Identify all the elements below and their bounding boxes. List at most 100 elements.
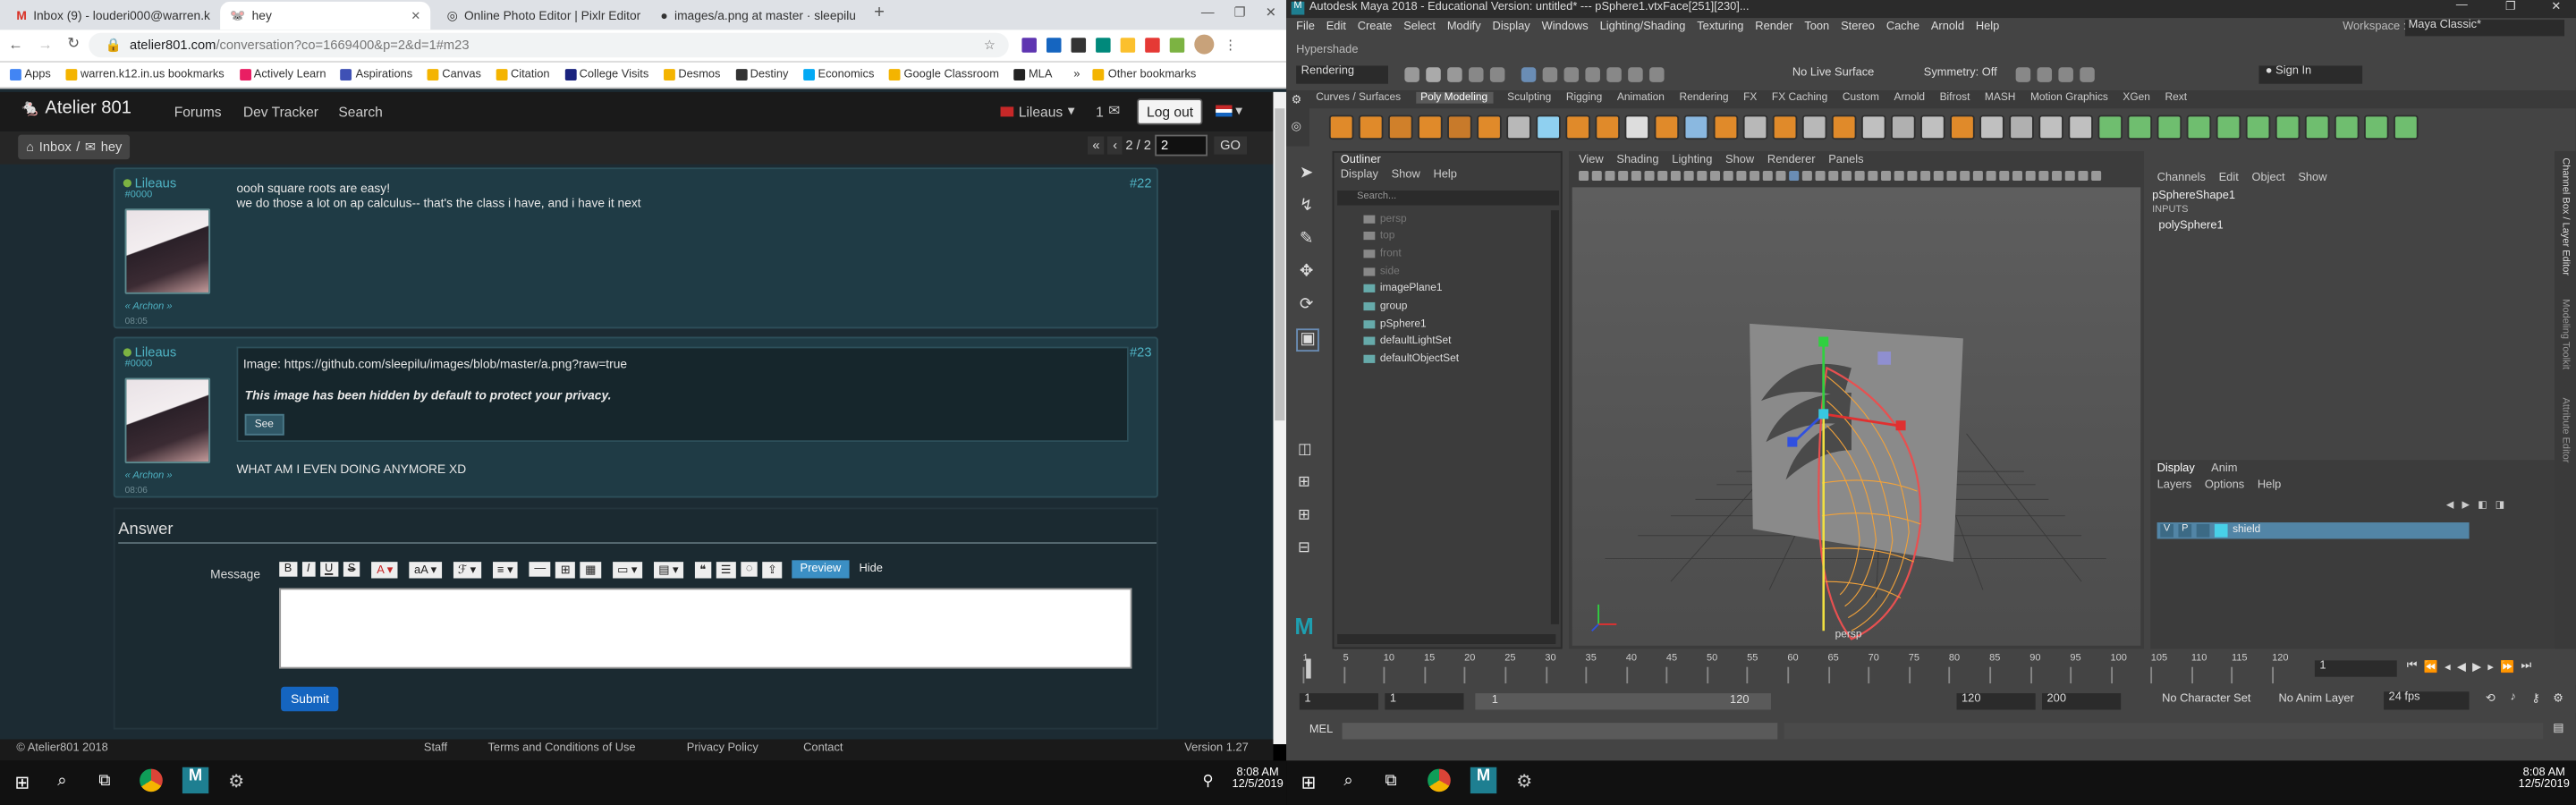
shelf-tool-icon[interactable] (2304, 114, 2330, 140)
channels-menu[interactable]: Channels (2157, 173, 2206, 184)
layer-move-down-icon[interactable]: ▶ (2462, 499, 2470, 511)
menu-set-dropdown[interactable]: Rendering (1296, 65, 1389, 84)
viewport-tool-icon[interactable] (1972, 171, 1983, 182)
shelf-tab-fx-caching[interactable]: FX Caching (1772, 92, 1827, 104)
viewport-tool-icon[interactable] (1933, 171, 1944, 182)
workspace-dropdown[interactable]: Maya Classic* (2404, 20, 2565, 37)
shelf-tool-icon[interactable] (2216, 114, 2241, 140)
viewport-tool-icon[interactable] (2012, 171, 2022, 182)
script-editor-icon[interactable]: ▤ (2553, 721, 2563, 734)
shelf-tool-icon[interactable] (2334, 114, 2360, 140)
viewport-tool-icon[interactable] (2025, 171, 2036, 182)
viewport-tool-icon[interactable] (2052, 171, 2063, 182)
shelf-tab-curves[interactable]: Curves / Surfaces (1316, 92, 1401, 104)
viewport-menu-show[interactable]: Show (1725, 155, 1754, 166)
shelf-tool-icon[interactable] (2068, 114, 2093, 140)
step-back-key-icon[interactable]: ⏪ (2424, 660, 2438, 674)
bookmark-aspirations[interactable]: Aspirations (341, 69, 412, 80)
mail-icon[interactable]: ✉ (1108, 102, 1120, 120)
shelf-tool-icon[interactable] (1624, 114, 1650, 140)
playback-start-field[interactable]: 1 (1385, 693, 1464, 710)
current-time-marker[interactable] (1306, 658, 1311, 679)
render-settings-icon[interactable] (2058, 67, 2073, 82)
menu-create[interactable]: Create (1358, 21, 1393, 33)
upload-button[interactable]: ⇪ (762, 561, 783, 578)
layout-icon[interactable]: ⊞ (1298, 506, 1310, 524)
viewport-tool-icon[interactable] (1920, 171, 1931, 182)
shelf-tab-xgen[interactable]: XGen (2123, 92, 2150, 104)
app-icon[interactable]: ⚙ (228, 770, 244, 792)
footer-link-staff[interactable]: Staff (424, 742, 447, 754)
history-icon[interactable] (1649, 67, 1665, 82)
page-scrollbar[interactable] (1273, 91, 1287, 745)
viewport-tool-icon[interactable] (1750, 171, 1760, 182)
reload-icon[interactable]: ↻ (67, 35, 80, 53)
layer-name[interactable]: shield (2233, 524, 2260, 536)
shelf-tool-icon[interactable] (1891, 114, 1916, 140)
open-scene-icon[interactable] (1426, 67, 1441, 82)
new-scene-icon[interactable] (1404, 67, 1419, 82)
bookmark-folder[interactable]: warren.k12.in.us bookmarks (65, 69, 225, 80)
shelf-options-icon[interactable]: ◎ (1292, 120, 1301, 133)
shape-node-label[interactable]: pSphereShape1 (2152, 191, 2235, 202)
shelf-tool-icon[interactable] (2157, 114, 2182, 140)
page-input[interactable]: 2 (1154, 134, 1208, 157)
snap-grid-icon[interactable] (1563, 67, 1580, 82)
shelf-tool-icon[interactable] (1654, 114, 1680, 140)
viewport-tool-icon[interactable] (2078, 171, 2089, 182)
viewport-canvas[interactable]: persp (1572, 187, 2141, 646)
viewport-tool-icon[interactable] (1789, 171, 1800, 182)
menu-select[interactable]: Select (1403, 21, 1436, 33)
outliner-hscroll[interactable] (1337, 633, 1556, 644)
show-menu[interactable]: Show (2298, 173, 2326, 184)
viewport-tool-icon[interactable] (1868, 171, 1878, 182)
snap-surface-icon[interactable] (1628, 67, 1643, 82)
outliner-menu-display[interactable]: Display (1341, 169, 1378, 181)
media-button[interactable]: ▤ ▾ (653, 561, 683, 578)
logout-button[interactable]: Log out (1136, 98, 1204, 125)
snap-point-icon[interactable] (1606, 67, 1622, 82)
url-input[interactable]: 🔒 atelier801.com /conversation?co=166940… (89, 32, 1009, 58)
extension-icon[interactable] (1071, 37, 1087, 52)
shelf-tool-icon[interactable] (2127, 114, 2153, 140)
outliner-item[interactable]: side (1363, 263, 1400, 279)
select-tool-icon[interactable]: ➤ (1300, 165, 1313, 182)
viewport-tool-icon[interactable] (1710, 171, 1721, 182)
viewport-tool-icon[interactable] (1591, 171, 1602, 182)
redo-icon[interactable] (1489, 67, 1505, 82)
shelf-tool-icon[interactable] (1801, 114, 1827, 140)
language-flag-icon[interactable] (1216, 105, 1233, 117)
viewport-tool-icon[interactable] (1841, 171, 1852, 182)
shelf-tab-arnold[interactable]: Arnold (1894, 92, 1926, 104)
shelf-tab-sculpting[interactable]: Sculpting (1507, 92, 1551, 104)
shelf-tab-rendering[interactable]: Rendering (1679, 92, 1728, 104)
search-icon[interactable]: ⌕ (57, 772, 66, 790)
prefs-icon[interactable]: ⚙ (2553, 691, 2563, 705)
side-tab-attribute-editor[interactable]: Attribute Editor (2560, 397, 2570, 462)
current-frame-field[interactable]: 1 (2314, 660, 2397, 677)
text-color-button[interactable]: A ▾ (371, 561, 398, 578)
side-tab-channel-box[interactable]: Channel Box / Layer Editor (2560, 157, 2570, 275)
undo-icon[interactable] (1469, 67, 1484, 82)
shelf-tool-icon[interactable] (2186, 114, 2212, 140)
back-icon[interactable]: ← (8, 35, 23, 51)
shelf-tool-icon[interactable] (2097, 114, 2123, 140)
menu-dots-icon[interactable]: ⋮ (1224, 37, 1237, 52)
shelf-tool-icon[interactable] (1477, 114, 1502, 140)
user-menu[interactable]: Lileaus (1019, 103, 1063, 119)
new-layer-selected-icon[interactable]: ◨ (2496, 499, 2504, 511)
format-underline-button[interactable]: U (319, 562, 338, 577)
task-view-icon[interactable]: ⧉ (98, 772, 110, 790)
tab-pixlr[interactable]: ◎ Online Photo Editor | Pixlr Editor ✕ (437, 2, 648, 30)
shelf-tab-fx[interactable]: FX (1743, 92, 1757, 104)
breadcrumb-thread[interactable]: hey (101, 140, 123, 155)
playback-end-field[interactable]: 120 (1956, 693, 2036, 710)
post-number[interactable]: #22 (1130, 176, 1152, 191)
shelf-tool-icon[interactable] (1683, 114, 1709, 140)
shelf-tool-icon[interactable] (2245, 114, 2271, 140)
layer-tab-display[interactable]: Display (2157, 463, 2195, 475)
shelf-tool-icon[interactable] (1565, 114, 1590, 140)
outliner-search[interactable]: Search... (1337, 191, 1560, 206)
outliner-menu-help[interactable]: Help (1433, 169, 1456, 181)
shelf-tool-icon[interactable] (1979, 114, 2004, 140)
